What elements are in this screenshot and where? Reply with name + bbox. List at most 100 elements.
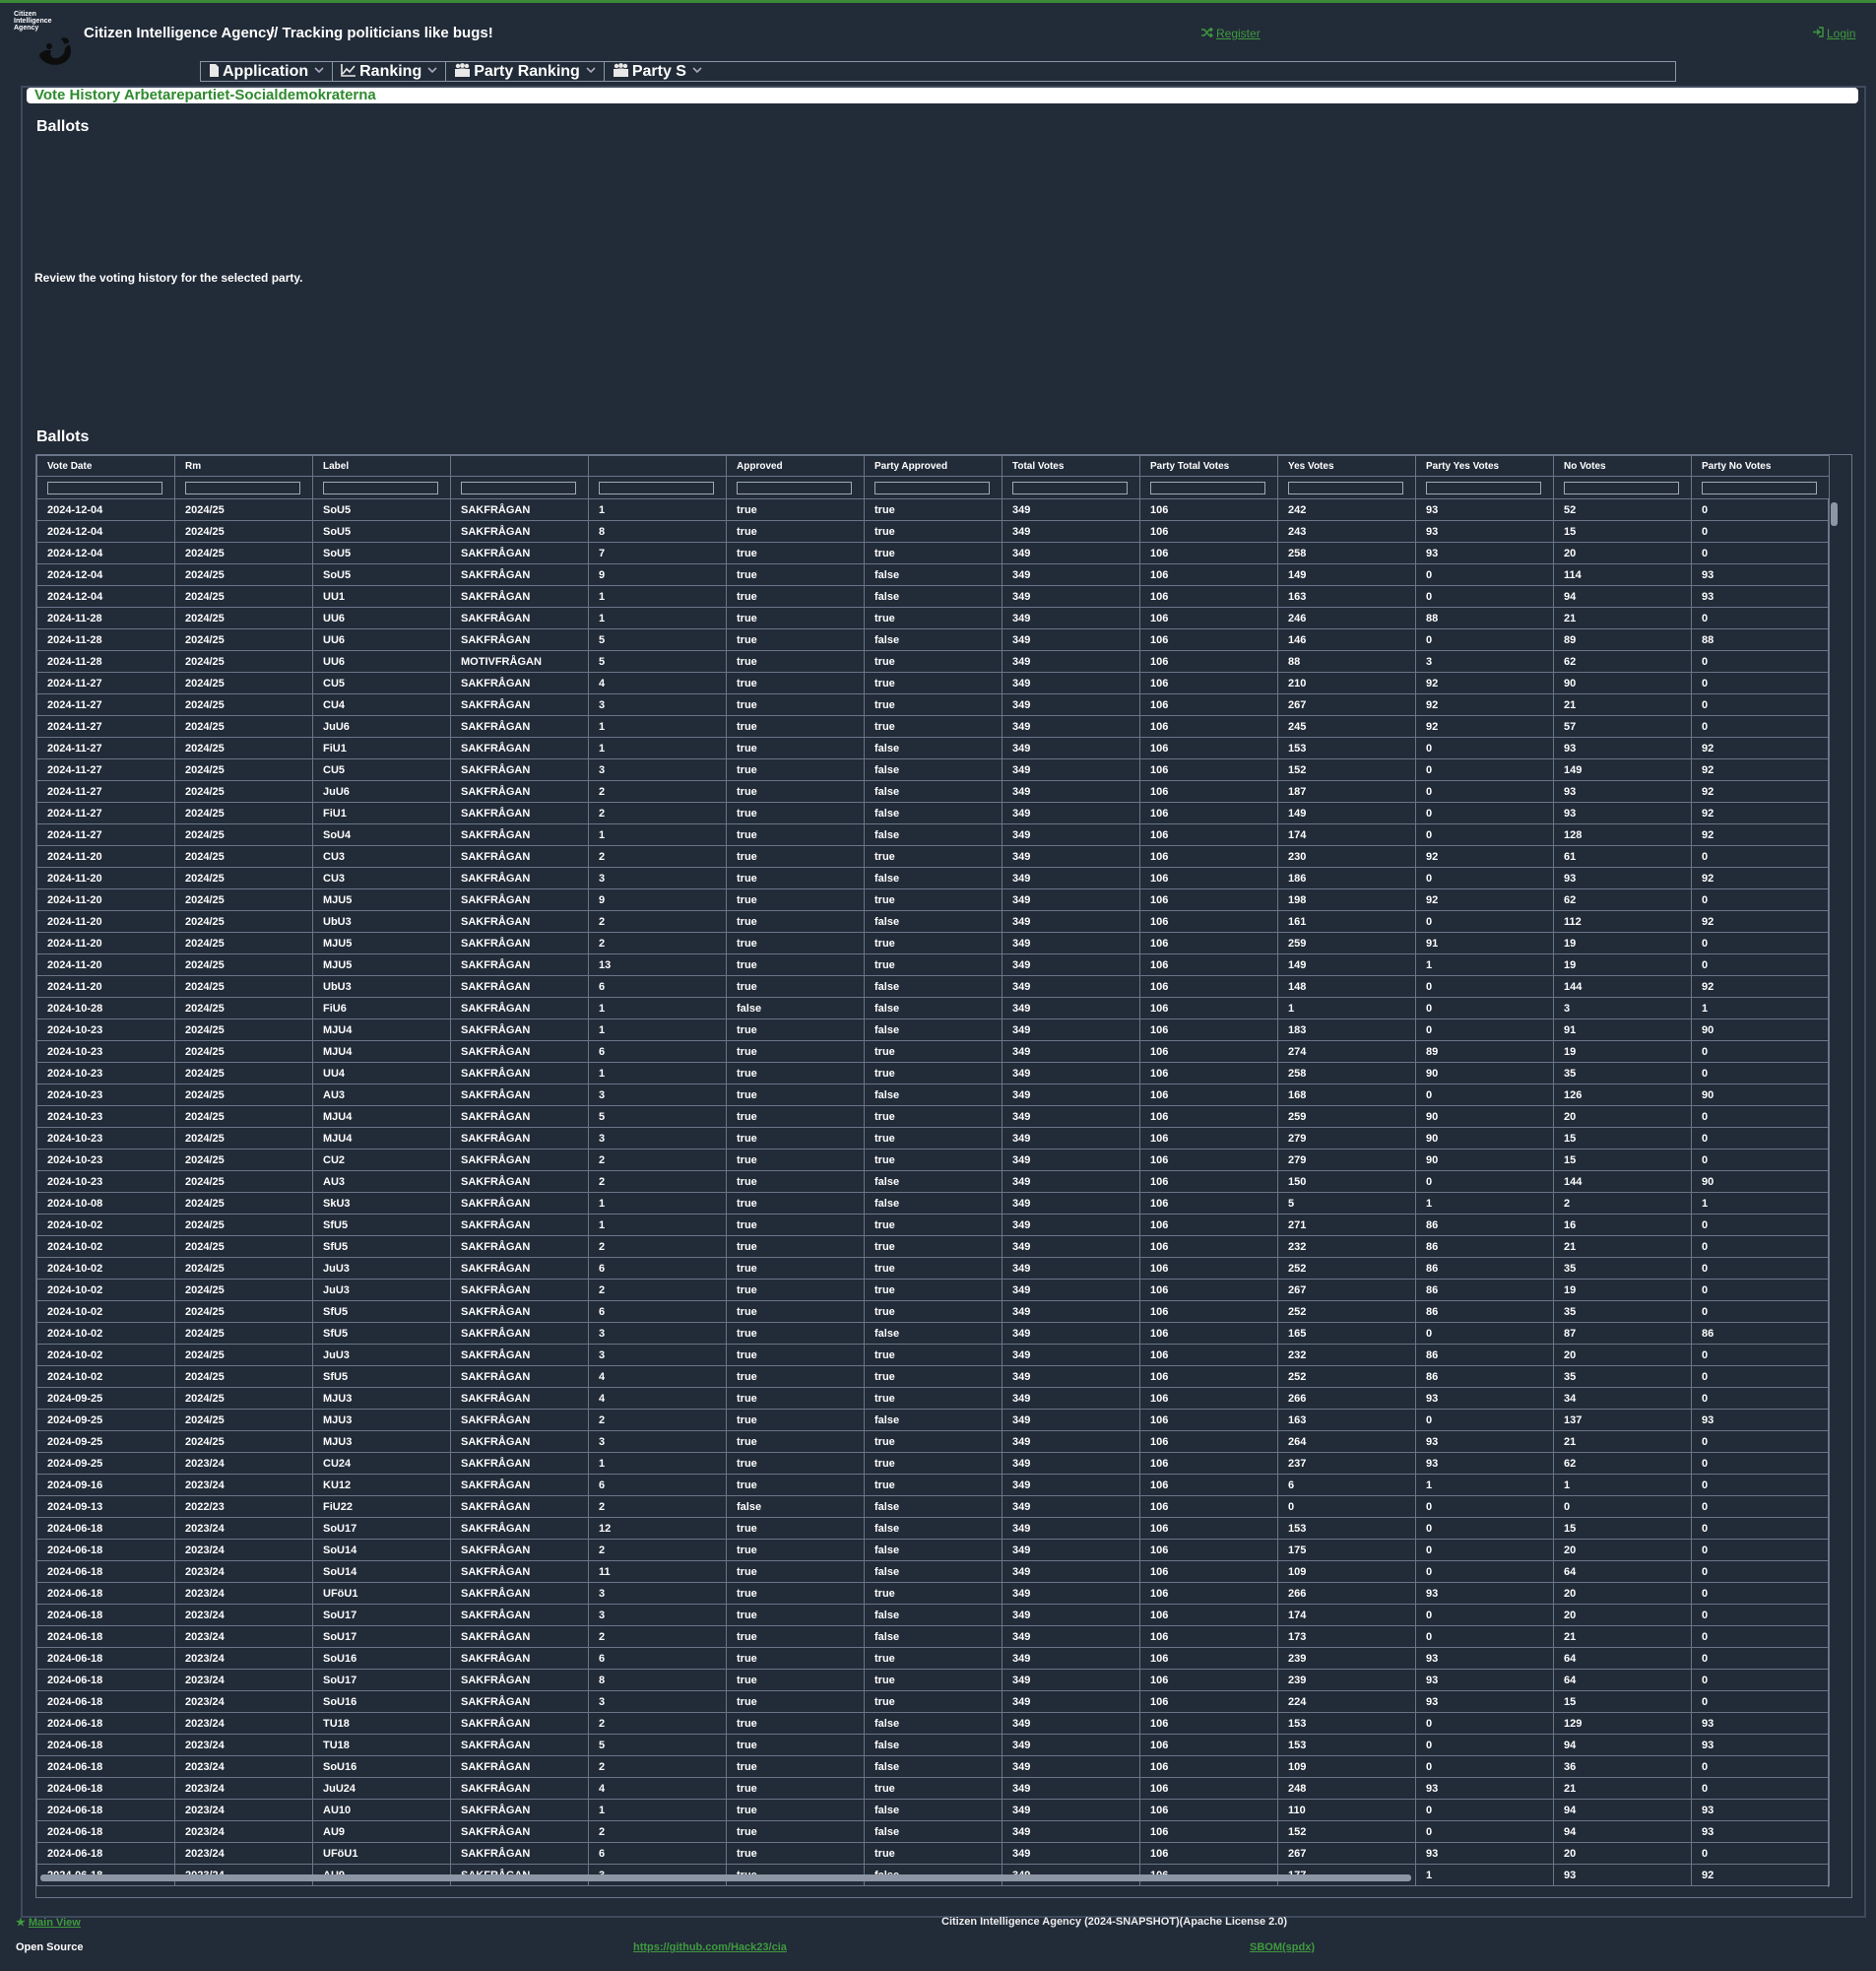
table-row[interactable]: 2024-11-27 2024/25 JuU6 SAKFRÅGAN 2 true false… [36, 780, 1830, 803]
table-row[interactable]: 2024-10-23 2024/25 MJU4 SAKFRÅGAN 6 true true 3… [36, 1040, 1830, 1063]
table-row[interactable]: 2024-06-18 2023/24 UFöU1 SAKFRÅGAN 6 true true… [36, 1842, 1830, 1865]
table-row[interactable]: 2024-06-18 2023/24 SoU14 SAKFRÅGAN 11 true fal… [36, 1560, 1830, 1583]
sbom-link[interactable]: SBOM(spdx) [1250, 1941, 1315, 1953]
table-row[interactable]: 2024-11-20 2024/25 UbU3 SAKFRÅGAN 2 true false… [36, 910, 1830, 933]
table-row[interactable]: 2024-09-16 2023/24 KU12 SAKFRÅGAN 6 true true 3… [36, 1474, 1830, 1496]
column-filter-input[interactable] [1012, 481, 1128, 494]
table-row[interactable]: 2024-11-27 2024/25 JuU6 SAKFRÅGAN 1 true true 3… [36, 715, 1830, 738]
ballots-grid[interactable]: Vote Date Rm Label Approved Party Approved To… [35, 454, 1852, 1898]
table-row[interactable]: 2024-09-25 2024/25 MJU3 SAKFRÅGAN 3 true true 3… [36, 1430, 1830, 1453]
table-row[interactable]: 2024-10-02 2024/25 JuU3 SAKFRÅGAN 2 true true 3… [36, 1279, 1830, 1301]
table-row[interactable]: 2024-12-04 2024/25 SoU5 SAKFRÅGAN 8 true true 3… [36, 520, 1830, 543]
github-link[interactable]: https://github.com/Hack23/cia [633, 1941, 787, 1953]
table-row[interactable]: 2024-06-18 2023/24 SoU16 SAKFRÅGAN 2 true fals… [36, 1755, 1830, 1778]
login-label[interactable]: Login [1827, 27, 1855, 40]
table-row[interactable]: 2024-09-25 2023/24 CU24 SAKFRÅGAN 1 true true 3… [36, 1452, 1830, 1475]
table-row[interactable]: 2024-10-02 2024/25 JuU3 SAKFRÅGAN 3 true true 3… [36, 1344, 1830, 1366]
login-link[interactable]: Login [1812, 27, 1855, 40]
table-row[interactable]: 2024-06-18 2023/24 AU10 SAKFRÅGAN 1 true false… [36, 1799, 1830, 1821]
column-filter-input[interactable] [461, 481, 576, 494]
table-row[interactable]: 2024-06-18 2023/24 SoU17 SAKFRÅGAN 3 true fals… [36, 1604, 1830, 1626]
table-row[interactable]: 2024-10-28 2024/25 FiU6 SAKFRÅGAN 1 false fals… [36, 997, 1830, 1019]
column-header[interactable]: Total Votes [1002, 455, 1140, 477]
column-filter-input[interactable] [323, 481, 438, 494]
table-row[interactable]: 2024-10-23 2024/25 CU2 SAKFRÅGAN 2 true true 34… [36, 1149, 1830, 1171]
table-row[interactable]: 2024-11-20 2024/25 UbU3 SAKFRÅGAN 6 true false… [36, 975, 1830, 998]
table-row[interactable]: 2024-06-18 2023/24 JuU24 SAKFRÅGAN 4 true true… [36, 1777, 1830, 1800]
column-header[interactable]: Approved [726, 455, 865, 477]
table-row[interactable]: 2024-10-23 2024/25 AU3 SAKFRÅGAN 3 true false 3… [36, 1084, 1830, 1106]
table-row[interactable]: 2024-09-25 2024/25 MJU3 SAKFRÅGAN 2 true false… [36, 1409, 1830, 1431]
table-row[interactable]: 2024-06-18 2023/24 SoU17 SAKFRÅGAN 2 true fals… [36, 1625, 1830, 1648]
table-row[interactable]: 2024-11-28 2024/25 UU6 MOTIVFRÅGAN 5 true true… [36, 650, 1830, 673]
table-row[interactable]: 2024-06-18 2023/24 SoU17 SAKFRÅGAN 8 true true… [36, 1669, 1830, 1691]
table-row[interactable]: 2024-10-23 2024/25 MJU4 SAKFRÅGAN 1 true false… [36, 1018, 1830, 1041]
column-filter-input[interactable] [1288, 481, 1403, 494]
table-row[interactable]: 2024-06-18 2023/24 SoU16 SAKFRÅGAN 6 true true… [36, 1647, 1830, 1670]
table-row[interactable]: 2024-11-20 2024/25 MJU5 SAKFRÅGAN 2 true true 3… [36, 932, 1830, 954]
table-row[interactable]: 2024-11-27 2024/25 FiU1 SAKFRÅGAN 1 true false… [36, 737, 1830, 759]
table-row[interactable]: 2024-10-23 2024/25 UU4 SAKFRÅGAN 1 true true 34… [36, 1062, 1830, 1084]
main-view-link[interactable]: ★ Main View [16, 1916, 81, 1929]
menu-party-s[interactable]: Party S [605, 62, 710, 81]
column-filter-input[interactable] [47, 481, 162, 494]
table-row[interactable]: 2024-11-20 2024/25 CU3 SAKFRÅGAN 2 true true 34… [36, 845, 1830, 868]
column-filter-input[interactable] [1150, 481, 1265, 494]
column-header[interactable]: Party Total Votes [1139, 455, 1278, 477]
table-row[interactable]: 2024-11-20 2024/25 MJU5 SAKFRÅGAN 13 true true… [36, 953, 1830, 976]
table-row[interactable]: 2024-11-27 2024/25 CU4 SAKFRÅGAN 3 true true 34… [36, 693, 1830, 716]
column-filter-input[interactable] [1426, 481, 1541, 494]
table-row[interactable]: 2024-06-18 2023/24 TU18 SAKFRÅGAN 2 true false… [36, 1712, 1830, 1735]
table-row[interactable]: 2024-06-18 2023/24 UFöU1 SAKFRÅGAN 3 true true… [36, 1582, 1830, 1605]
table-row[interactable]: 2024-11-28 2024/25 UU6 SAKFRÅGAN 5 true false 3… [36, 628, 1830, 651]
main-view-label[interactable]: Main View [29, 1917, 81, 1929]
column-header[interactable]: No Votes [1553, 455, 1692, 477]
column-header[interactable]: Rm [174, 455, 313, 477]
table-row[interactable]: 2024-06-18 2023/24 SoU14 SAKFRÅGAN 2 true fals… [36, 1539, 1830, 1561]
table-row[interactable]: 2024-06-18 2023/24 AU9 SAKFRÅGAN 2 true false 3… [36, 1820, 1830, 1843]
table-row[interactable]: 2024-10-02 2024/25 SfU5 SAKFRÅGAN 1 true true 3… [36, 1214, 1830, 1236]
table-row[interactable]: 2024-11-20 2024/25 MJU5 SAKFRÅGAN 9 true true 3… [36, 888, 1830, 911]
table-row[interactable]: 2024-10-02 2024/25 SfU5 SAKFRÅGAN 3 true false… [36, 1322, 1830, 1345]
column-header[interactable]: Party Yes Votes [1415, 455, 1554, 477]
column-header[interactable] [588, 455, 727, 477]
vertical-scrollbar-thumb[interactable] [1831, 502, 1838, 526]
table-row[interactable]: 2024-06-18 2023/24 TU18 SAKFRÅGAN 5 true false… [36, 1734, 1830, 1756]
table-row[interactable]: 2024-11-27 2024/25 SoU4 SAKFRÅGAN 1 true false… [36, 823, 1830, 846]
column-filter-input[interactable] [737, 481, 852, 494]
register-link[interactable]: Register [1201, 27, 1261, 40]
table-row[interactable]: 2024-11-27 2024/25 CU5 SAKFRÅGAN 3 true false 3… [36, 758, 1830, 781]
column-header[interactable]: Party Approved [864, 455, 1003, 477]
column-filter-input[interactable] [599, 481, 714, 494]
table-row[interactable]: 2024-10-02 2024/25 SfU5 SAKFRÅGAN 4 true true 3… [36, 1365, 1830, 1388]
horizontal-scrollbar-thumb[interactable] [40, 1874, 1411, 1881]
table-row[interactable]: 2024-10-02 2024/25 JuU3 SAKFRÅGAN 6 true true 3… [36, 1257, 1830, 1280]
column-header[interactable]: Vote Date [36, 455, 175, 477]
table-row[interactable]: 2024-10-23 2024/25 MJU4 SAKFRÅGAN 5 true true 3… [36, 1105, 1830, 1128]
table-row[interactable]: 2024-10-02 2024/25 SfU5 SAKFRÅGAN 6 true true 3… [36, 1300, 1830, 1323]
table-row[interactable]: 2024-11-28 2024/25 UU6 SAKFRÅGAN 1 true true 34… [36, 607, 1830, 629]
app-logo[interactable]: Citizen Intelligence Agency [14, 11, 79, 70]
table-row[interactable]: 2024-06-18 2023/24 SoU16 SAKFRÅGAN 3 true true… [36, 1690, 1830, 1713]
table-row[interactable]: 2024-12-04 2024/25 UU1 SAKFRÅGAN 1 true false 3… [36, 585, 1830, 608]
table-row[interactable]: 2024-11-27 2024/25 CU5 SAKFRÅGAN 4 true true 34… [36, 672, 1830, 694]
table-row[interactable]: 2024-10-02 2024/25 SfU5 SAKFRÅGAN 2 true true 3… [36, 1235, 1830, 1258]
column-header[interactable]: Party No Votes [1691, 455, 1830, 477]
column-filter-input[interactable] [874, 481, 990, 494]
register-label[interactable]: Register [1216, 27, 1261, 40]
table-row[interactable]: 2024-10-23 2024/25 MJU4 SAKFRÅGAN 3 true true 3… [36, 1127, 1830, 1150]
table-row[interactable]: 2024-12-04 2024/25 SoU5 SAKFRÅGAN 7 true true 3… [36, 542, 1830, 564]
column-filter-input[interactable] [1564, 481, 1679, 494]
column-header[interactable] [450, 455, 589, 477]
table-row[interactable]: 2024-12-04 2024/25 SoU5 SAKFRÅGAN 1 true true 3… [36, 498, 1830, 521]
table-row[interactable]: 2024-11-27 2024/25 FiU1 SAKFRÅGAN 2 true false… [36, 802, 1830, 824]
table-row[interactable]: 2024-09-13 2022/23 FiU22 SAKFRÅGAN 2 false fal… [36, 1495, 1830, 1518]
menu-ranking[interactable]: Ranking [333, 62, 447, 81]
table-row[interactable]: 2024-10-08 2024/25 SkU3 SAKFRÅGAN 1 true false… [36, 1192, 1830, 1215]
table-row[interactable]: 2024-10-23 2024/25 AU3 SAKFRÅGAN 2 true false 3… [36, 1170, 1830, 1193]
table-row[interactable]: 2024-09-25 2024/25 MJU3 SAKFRÅGAN 4 true true 3… [36, 1387, 1830, 1410]
menu-application[interactable]: Application [201, 62, 334, 81]
column-header[interactable]: Label [312, 455, 451, 477]
column-filter-input[interactable] [1702, 481, 1817, 494]
column-filter-input[interactable] [185, 481, 300, 494]
